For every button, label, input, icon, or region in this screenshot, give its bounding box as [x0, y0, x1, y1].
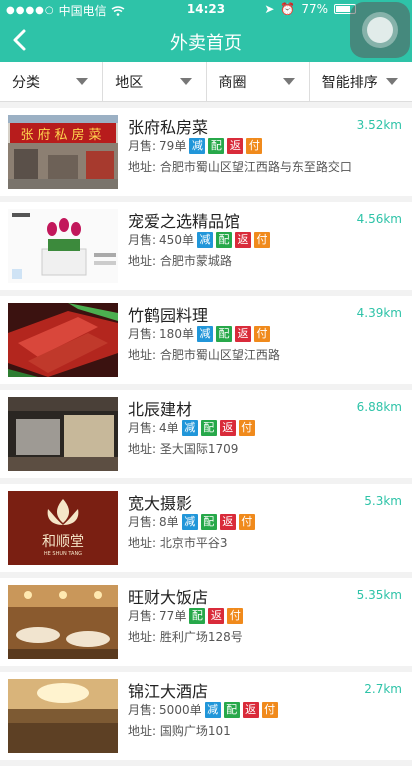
assistive-touch-button[interactable]: [350, 2, 410, 58]
shop-item[interactable]: 竹鹤园料理 4.39km 月售: 180单 减 配 返 付 地址: 合肥市蜀山区望…: [0, 296, 412, 384]
shop-address: 地址: 合肥市蜀山区望江西路与东至路交口: [128, 160, 352, 174]
shop-distance: 6.88km: [356, 400, 402, 414]
shop-item[interactable]: 旺财大饭店 5.35km 月售: 77单 配 返 付 地址: 胜利广场128号: [0, 578, 412, 666]
shop-sales: 月售: 4单 减 配 返 付: [128, 419, 255, 436]
shop-logo-subtext: HE SHUN TANG: [43, 551, 83, 557]
shop-name: 北辰建材: [128, 400, 193, 419]
shop-distance: 4.39km: [356, 306, 402, 320]
shop-sales: 月售: 180单 减 配 返 付: [128, 325, 270, 342]
shop-name: 旺财大饭店: [128, 588, 209, 607]
discount-tag: 减: [196, 231, 213, 248]
delivery-tag: 配: [215, 325, 232, 342]
cashback-tag: 返: [242, 701, 259, 718]
delivery-tag: 配: [200, 419, 217, 436]
delivery-tag: 配: [215, 231, 232, 248]
shop-distance: 3.52km: [356, 118, 402, 132]
shop-address: 地址: 圣大国际1709: [128, 442, 239, 456]
shop-address: 地址: 胜利广场128号: [128, 630, 243, 644]
shop-thumbnail: [8, 303, 118, 377]
delivery-tag: 配: [223, 701, 240, 718]
online-pay-tag: 付: [238, 419, 255, 436]
shop-sales: 月售: 79单 减 配 返 付: [128, 137, 263, 154]
delivery-tag: 配: [189, 607, 206, 624]
online-pay-tag: 付: [261, 701, 278, 718]
shop-address: 地址: 合肥市蜀山区望江西路: [128, 348, 280, 362]
shop-name: 张府私房菜: [128, 118, 209, 137]
shop-item[interactable]: 锦江大酒店 2.7km 月售: 5000单 减 配 返 付 地址: 国购广场101: [0, 672, 412, 760]
filter-region[interactable]: 地区: [103, 62, 207, 101]
delivery-tag: 配: [200, 513, 217, 530]
shop-thumbnail: [8, 397, 118, 471]
shop-name: 宽大摄影: [128, 494, 193, 513]
shop-item[interactable]: 张府私房菜 张府私房菜 3.52km 月售: 79单 减 配 返 付 地址: 合肥…: [0, 108, 412, 196]
dropdown-triangle-icon: [282, 78, 295, 85]
cashback-tag: 返: [234, 231, 251, 248]
shop-item[interactable]: 和顺堂 HE SHUN TANG 宽大摄影 5.3km 月售: 8单 减 配 返 …: [0, 484, 412, 572]
filter-sort[interactable]: 智能排序: [310, 62, 412, 101]
shop-distance: 5.3km: [364, 494, 402, 508]
discount-tag: 减: [181, 513, 198, 530]
cashback-tag: 返: [227, 137, 244, 154]
shop-thumbnail: 和顺堂 HE SHUN TANG: [8, 491, 118, 565]
shop-name: 宠爱之选精品馆: [128, 212, 241, 231]
location-icon: ➤: [264, 2, 275, 16]
dropdown-triangle-icon: [76, 78, 89, 85]
online-pay-tag: 付: [227, 607, 244, 624]
shop-distance: 2.7km: [364, 682, 402, 696]
shop-sales: 月售: 5000单 减 配 返 付: [128, 701, 278, 718]
discount-tag: 减: [196, 325, 213, 342]
shop-distance: 4.56km: [356, 212, 402, 226]
discount-tag: 减: [181, 419, 198, 436]
alarm-icon: ⏰: [280, 2, 296, 16]
shop-address: 地址: 国购广场101: [128, 724, 231, 738]
online-pay-tag: 付: [253, 231, 270, 248]
online-pay-tag: 付: [238, 513, 255, 530]
online-pay-tag: 付: [246, 137, 263, 154]
filter-business-district[interactable]: 商圈: [207, 62, 310, 101]
shop-item[interactable]: 北辰建材 6.88km 月售: 4单 减 配 返 付 地址: 圣大国际1709: [0, 390, 412, 478]
discount-tag: 减: [189, 137, 206, 154]
shop-list: 张府私房菜 张府私房菜 3.52km 月售: 79单 减 配 返 付 地址: 合肥…: [0, 108, 412, 766]
dropdown-triangle-icon: [386, 78, 398, 85]
shop-sales: 月售: 8单 减 配 返 付: [128, 513, 255, 530]
shop-name: 锦江大酒店: [128, 682, 209, 701]
shop-thumbnail: 张府私房菜: [8, 115, 118, 189]
shop-sign-text: 张府私房菜: [20, 128, 106, 143]
filter-bar: 分类 地区 商圈 智能排序: [0, 62, 412, 102]
cashback-tag: 返: [219, 513, 236, 530]
status-right: ➤ ⏰ 77%: [264, 2, 356, 16]
shop-sales: 月售: 77单 配 返 付: [128, 607, 244, 624]
discount-tag: 减: [204, 701, 221, 718]
shop-sales: 月售: 450单 减 配 返 付: [128, 231, 270, 248]
delivery-tag: 配: [208, 137, 225, 154]
shop-name: 竹鹤园料理: [128, 306, 209, 325]
cashback-tag: 返: [208, 607, 225, 624]
shop-item[interactable]: 宠爱之选精品馆 4.56km 月售: 450单 减 配 返 付 地址: 合肥市蒙城…: [0, 202, 412, 290]
shop-thumbnail: [8, 209, 118, 283]
shop-address: 地址: 北京市平谷3: [128, 536, 228, 550]
shop-thumbnail: [8, 679, 118, 753]
filter-category[interactable]: 分类: [0, 62, 104, 101]
online-pay-tag: 付: [253, 325, 270, 342]
shop-thumbnail: [8, 585, 118, 659]
shop-address: 地址: 合肥市蒙城路: [128, 254, 232, 268]
battery-percent: 77%: [301, 2, 328, 16]
dropdown-triangle-icon: [179, 78, 192, 85]
cashback-tag: 返: [234, 325, 251, 342]
shop-logo-text: 和顺堂: [42, 534, 84, 550]
shop-distance: 5.35km: [356, 588, 402, 602]
cashback-tag: 返: [219, 419, 236, 436]
